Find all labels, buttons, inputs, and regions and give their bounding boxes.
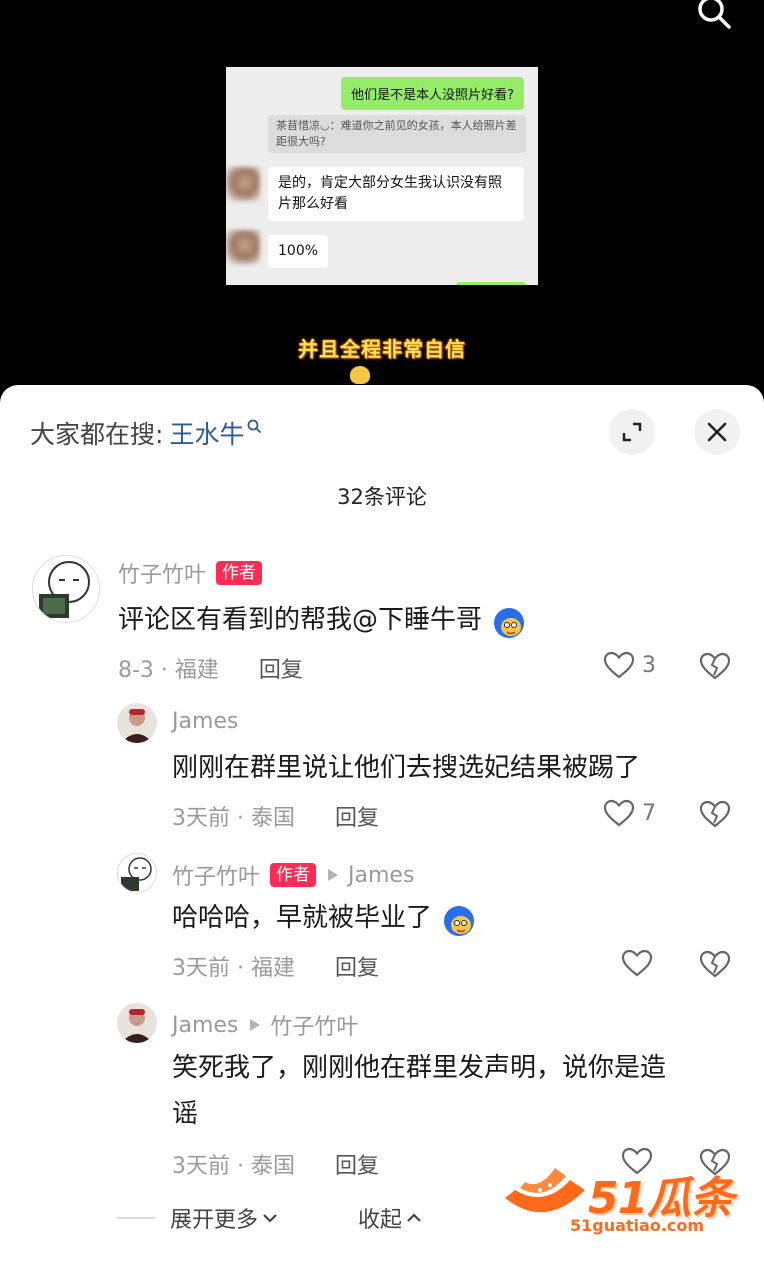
author-badge: 作者 [270,863,317,887]
expand-button[interactable] [609,409,655,455]
comment-time-location: 8-3 · 福建 [118,658,219,683]
blue-hair-emoji-icon [444,905,475,936]
doodle-avatar-icon [39,561,90,618]
blurred-avatar [226,167,260,201]
video-caption: 并且全程非常自信 [298,337,466,361]
hot-search-prefix: 大家都在搜: [30,420,164,449]
author-name[interactable]: 竹子竹叶 [118,557,206,589]
author-name[interactable]: 竹子竹叶 [172,859,260,891]
chevron-up-icon [407,1213,421,1222]
comment-body: 哈哈哈，早就被毕业了 [172,903,433,933]
author-name[interactable]: James [172,1013,238,1038]
reply-arrow-icon [328,869,339,881]
collapse-label: 收起 [358,1208,403,1233]
chat-bubble-partial [456,282,526,285]
like-count: 7 [642,800,656,826]
reply-button[interactable]: 回复 [259,652,303,684]
hot-search-term[interactable]: 王水牛 [169,415,244,451]
heart-icon [603,651,635,679]
comment-meta: 3天前 · 泰国 回复 [172,1148,379,1180]
reply-to-name[interactable]: 竹子竹叶 [270,1009,358,1041]
reply-to-name[interactable]: James [348,863,414,888]
photo-avatar-icon [117,703,157,743]
reply-button[interactable]: 回复 [335,950,379,982]
like-button[interactable] [620,948,654,978]
comment-text: 哈哈哈，早就被毕业了 [172,895,478,941]
chat-bubble-received: 是的，肯定大部分女生我认识没有照片那么好看 [268,167,524,221]
avatar[interactable] [117,703,157,743]
comment-body-line: 谣 [172,1099,199,1129]
watermark-url: 51guatiao.com [570,1216,705,1235]
blurred-avatar [226,230,260,264]
comment-time-location: 3天前 · 泰国 [172,806,295,831]
expand-more-button[interactable]: 展开更多 [170,1202,278,1234]
comment-text: 笑死我了，刚刚他在群里发声明，说你是造 谣 [172,1045,666,1137]
comment-body-line: 笑死我了，刚刚他在群里发声明，说你是造 [172,1053,667,1083]
reply-button[interactable]: 回复 [335,800,379,832]
like-button[interactable]: 3 [602,650,656,680]
close-icon [707,422,727,442]
reply-arrow-icon [250,1019,261,1031]
reply-button[interactable]: 回复 [335,1148,379,1180]
avatar[interactable] [32,555,100,623]
like-button[interactable]: 7 [602,798,656,828]
comment-text: 评论区有看到的帮我@下睡牛哥 [118,597,528,643]
hot-search-bar[interactable]: 大家都在搜: 王水牛 [30,415,262,451]
comment-body: 评论区有看到的帮我@下睡牛哥 [118,605,483,635]
comment-meta: 3天前 · 泰国 回复 [172,800,379,832]
doodle-avatar-icon [121,857,152,891]
search-icon[interactable] [694,0,734,34]
comment-author: 竹子竹叶 作者 James [172,859,414,891]
expand-more-label: 展开更多 [170,1208,259,1233]
video-player[interactable]: 他们是不是本人没照片好看? 茶苜惜凉◡：难道你之前见的女孩，本人给照片差距很大吗… [0,0,764,400]
collapse-button[interactable]: 收起 [358,1202,422,1234]
close-button[interactable] [694,409,740,455]
chat-screenshot: 他们是不是本人没照片好看? 茶苜惜凉◡：难道你之前见的女孩，本人给照片差距很大吗… [226,67,538,285]
comment-author: James [172,709,238,734]
avatar[interactable] [117,1003,157,1043]
comment-author: James 竹子竹叶 [172,1009,358,1041]
chat-bubble-received: 100% [268,235,329,268]
comment-time-location: 3天前 · 泰国 [172,1154,295,1179]
dislike-icon[interactable] [698,949,732,979]
comment-meta: 3天前 · 福建 回复 [172,950,379,982]
chevron-down-icon [263,1214,277,1223]
comment-time-location: 3天前 · 福建 [172,956,295,981]
author-name[interactable]: James [172,709,238,734]
heart-icon [603,799,635,827]
divider [117,1217,155,1219]
photo-avatar-icon [117,1003,157,1043]
search-icon [248,419,262,433]
chat-bubble-sent: 他们是不是本人没照片好看? [341,77,524,110]
watermark-logo: 51瓜条 51guatiao.com [500,1160,750,1240]
comment-count: 32条评论 [337,485,427,509]
heart-icon [621,949,653,977]
author-badge: 作者 [216,561,263,585]
expand-icon [622,422,642,442]
caption-emoji-icon [350,366,370,384]
comment-text: 刚刚在群里说让他们去搜选妃结果被踢了 [172,753,641,783]
dislike-icon[interactable] [698,651,732,681]
comment-sheet: 大家都在搜: 王水牛 32条评论 竹子竹叶 作者 评论区有看到的帮我@下睡牛哥 … [0,385,764,1280]
like-count: 3 [642,652,656,678]
avatar[interactable] [117,853,157,893]
chat-quote: 茶苜惜凉◡：难道你之前见的女孩，本人给照片差距很大吗? [268,115,526,153]
comment-meta: 8-3 · 福建 回复 [118,652,303,684]
comment-author: 竹子竹叶 作者 [118,557,263,589]
blue-hair-emoji-icon [494,607,525,638]
dislike-icon[interactable] [698,799,732,829]
